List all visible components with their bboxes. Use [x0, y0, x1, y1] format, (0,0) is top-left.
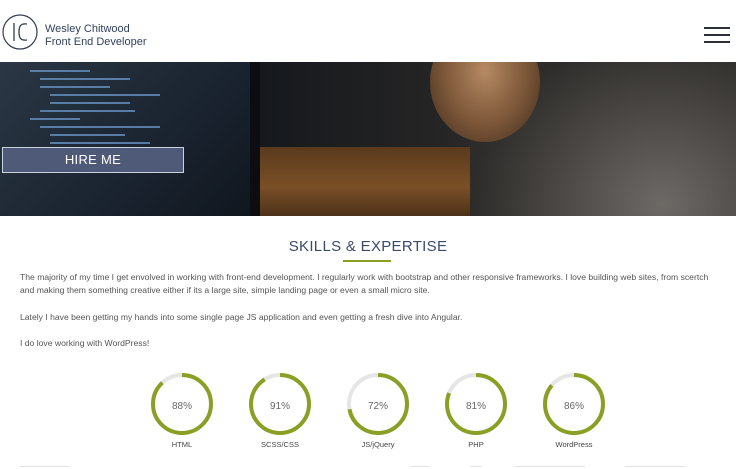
hero-monitor-shape [0, 62, 260, 216]
title-underline [343, 260, 391, 262]
gauge-value: 86% [563, 401, 584, 412]
gauge-value: 88% [171, 401, 192, 412]
skills-title: SKILLS & EXPERTISE [288, 238, 448, 255]
hero-code-lines [30, 64, 200, 194]
gauge-label: WordPress [555, 440, 593, 449]
wc-monogram-logo[interactable] [2, 14, 38, 50]
footer-divider-lines [0, 464, 736, 469]
skill-gauge-wordpress: 86% WordPress [539, 372, 609, 452]
skill-gauge-html: 88% HTML [147, 372, 217, 452]
skill-gauge-js: 72% JS/jQuery [343, 372, 413, 452]
gauge-value: 91% [269, 401, 290, 412]
skills-paragraph: The majority of my time I get envolved i… [20, 272, 709, 295]
skill-gauge-php: 81% PHP [441, 372, 511, 452]
site-role: Front End Developer [45, 36, 147, 48]
gauge-value: 81% [465, 401, 486, 412]
gauge-label: SCSS/CSS [261, 440, 299, 449]
hero-banner: HIRE ME [0, 62, 736, 216]
gauge-value: 72% [367, 401, 388, 412]
skills-paragraph: I do love working with WordPress! [20, 338, 150, 348]
site-header: Wesley Chitwood Front End Developer [0, 0, 736, 62]
skill-gauge-scss: 91% SCSS/CSS [245, 372, 315, 452]
hire-me-button[interactable]: HIRE ME [2, 147, 184, 173]
gauge-label: HTML [171, 440, 193, 449]
gauge-label: JS/jQuery [361, 440, 395, 449]
hamburger-menu-icon[interactable] [704, 27, 730, 45]
site-brand[interactable]: Wesley Chitwood Front End Developer [45, 23, 147, 49]
gauge-label: PHP [468, 440, 484, 449]
site-name: Wesley Chitwood [45, 23, 130, 35]
skills-paragraph: Lately I have been getting my hands into… [20, 312, 463, 322]
